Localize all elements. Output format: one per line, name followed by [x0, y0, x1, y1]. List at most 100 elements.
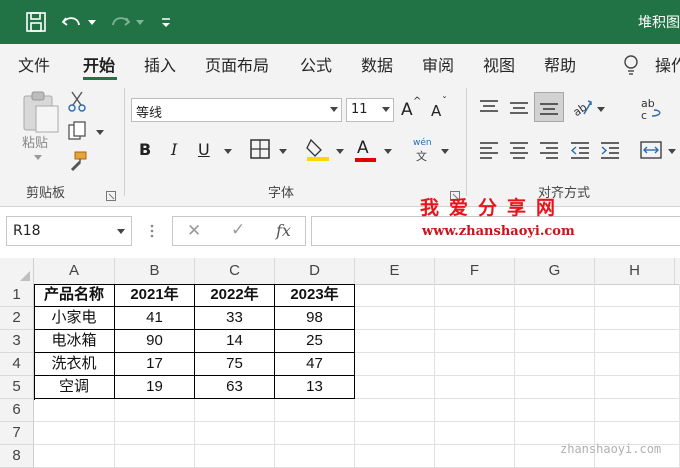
cell-h5[interactable] [595, 376, 680, 399]
cell-e2[interactable] [355, 307, 435, 330]
tab-home[interactable]: 开始 [83, 52, 115, 76]
align-right-icon[interactable] [538, 140, 560, 164]
cell-g1[interactable] [515, 284, 595, 307]
align-bottom-icon[interactable] [534, 92, 564, 122]
phonetic-dropdown-icon[interactable] [441, 149, 449, 154]
cell-c4[interactable]: 75 [195, 353, 275, 376]
cell-b5[interactable]: 19 [115, 376, 195, 399]
clipboard-launcher-icon[interactable] [106, 186, 116, 205]
lightbulb-icon[interactable] [622, 54, 640, 80]
cell-c2[interactable]: 33 [195, 307, 275, 330]
orientation-icon[interactable]: ab [570, 96, 594, 124]
insert-function-icon[interactable]: fx [276, 221, 291, 240]
cell-c6[interactable] [195, 399, 275, 422]
cell-c5[interactable]: 63 [195, 376, 275, 399]
cell-d7[interactable] [275, 422, 355, 445]
cell-f5[interactable] [435, 376, 515, 399]
column-header-b[interactable]: B [115, 258, 195, 284]
tab-data[interactable]: 数据 [361, 52, 393, 76]
copy-dropdown-icon[interactable] [96, 130, 104, 135]
cell-a4[interactable]: 洗衣机 [34, 353, 115, 376]
align-top-icon[interactable] [478, 98, 500, 122]
cell-g3[interactable] [515, 330, 595, 353]
bold-button[interactable]: B [139, 140, 151, 159]
cell-a3[interactable]: 电冰箱 [34, 330, 115, 353]
borders-icon[interactable] [249, 138, 271, 164]
column-header-c[interactable]: C [195, 258, 275, 284]
row-header-1[interactable]: 1 [0, 284, 34, 307]
cell-h6[interactable] [595, 399, 680, 422]
paste-icon[interactable] [20, 90, 60, 138]
column-header-g[interactable]: G [515, 258, 595, 284]
cell-a7[interactable] [34, 422, 115, 445]
cell-b8[interactable] [115, 445, 195, 468]
cell-f8[interactable] [435, 445, 515, 468]
cell-g5[interactable] [515, 376, 595, 399]
phonetic-guide-button[interactable]: 文 [416, 148, 427, 164]
tab-page-layout[interactable]: 页面布局 [205, 52, 269, 76]
cell-f4[interactable] [435, 353, 515, 376]
cell-b6[interactable] [115, 399, 195, 422]
column-header-h[interactable]: H [595, 258, 675, 284]
cell-b7[interactable] [115, 422, 195, 445]
cell-h3[interactable] [595, 330, 680, 353]
row-header-7[interactable]: 7 [0, 422, 34, 445]
save-icon[interactable] [24, 10, 48, 34]
tab-help[interactable]: 帮助 [544, 52, 576, 76]
cell-f1[interactable] [435, 284, 515, 307]
tab-file[interactable]: 文件 [18, 52, 50, 76]
cell-e7[interactable] [355, 422, 435, 445]
row-header-2[interactable]: 2 [0, 307, 34, 330]
cell-h1[interactable] [595, 284, 680, 307]
align-center-icon[interactable] [508, 140, 530, 164]
font-name-select[interactable]: 等线 [131, 98, 342, 122]
cell-e8[interactable] [355, 445, 435, 468]
column-header-e[interactable]: E [355, 258, 435, 284]
borders-dropdown-icon[interactable] [279, 149, 287, 154]
customize-icon[interactable] [158, 10, 174, 34]
cell-c8[interactable] [195, 445, 275, 468]
shrink-font-button[interactable]: A [431, 102, 441, 120]
tab-review[interactable]: 审阅 [422, 52, 454, 76]
cell-f3[interactable] [435, 330, 515, 353]
cell-e3[interactable] [355, 330, 435, 353]
cell-d5[interactable]: 13 [275, 376, 355, 399]
column-header-f[interactable]: F [435, 258, 515, 284]
column-header-a[interactable]: A [34, 258, 115, 284]
cell-g4[interactable] [515, 353, 595, 376]
cell-d6[interactable] [275, 399, 355, 422]
align-middle-icon[interactable] [508, 98, 530, 122]
cell-f7[interactable] [435, 422, 515, 445]
name-box-dropdown-icon[interactable] [117, 229, 125, 234]
align-left-icon[interactable] [478, 140, 500, 164]
cell-b1[interactable]: 2021年 [115, 284, 195, 307]
increase-indent-icon[interactable] [599, 140, 621, 164]
cell-c3[interactable]: 14 [195, 330, 275, 353]
copy-icon[interactable] [66, 120, 88, 146]
cell-d3[interactable]: 25 [275, 330, 355, 353]
tab-view[interactable]: 视图 [483, 52, 515, 76]
italic-button[interactable]: I [171, 140, 177, 159]
font-color-button[interactable]: A [357, 138, 369, 158]
cut-icon[interactable] [68, 90, 86, 116]
cell-c1[interactable]: 2022年 [195, 284, 275, 307]
cell-b3[interactable]: 90 [115, 330, 195, 353]
cell-h4[interactable] [595, 353, 680, 376]
orientation-dropdown-icon[interactable] [597, 107, 605, 112]
row-header-3[interactable]: 3 [0, 330, 34, 353]
format-painter-icon[interactable] [66, 150, 88, 176]
cell-e4[interactable] [355, 353, 435, 376]
cell-g6[interactable] [515, 399, 595, 422]
name-box[interactable]: R18 [6, 216, 132, 246]
undo-dropdown-icon[interactable] [88, 20, 96, 25]
paste-dropdown-icon[interactable] [34, 155, 42, 160]
enter-icon[interactable]: ✓ [231, 220, 245, 240]
cell-a5[interactable]: 空调 [34, 376, 115, 399]
row-header-6[interactable]: 6 [0, 399, 34, 422]
cell-c7[interactable] [195, 422, 275, 445]
fill-color-icon[interactable] [305, 136, 331, 166]
tab-insert[interactable]: 插入 [144, 52, 176, 76]
cell-b4[interactable]: 17 [115, 353, 195, 376]
decrease-indent-icon[interactable] [569, 140, 591, 164]
undo-icon[interactable] [60, 10, 84, 34]
